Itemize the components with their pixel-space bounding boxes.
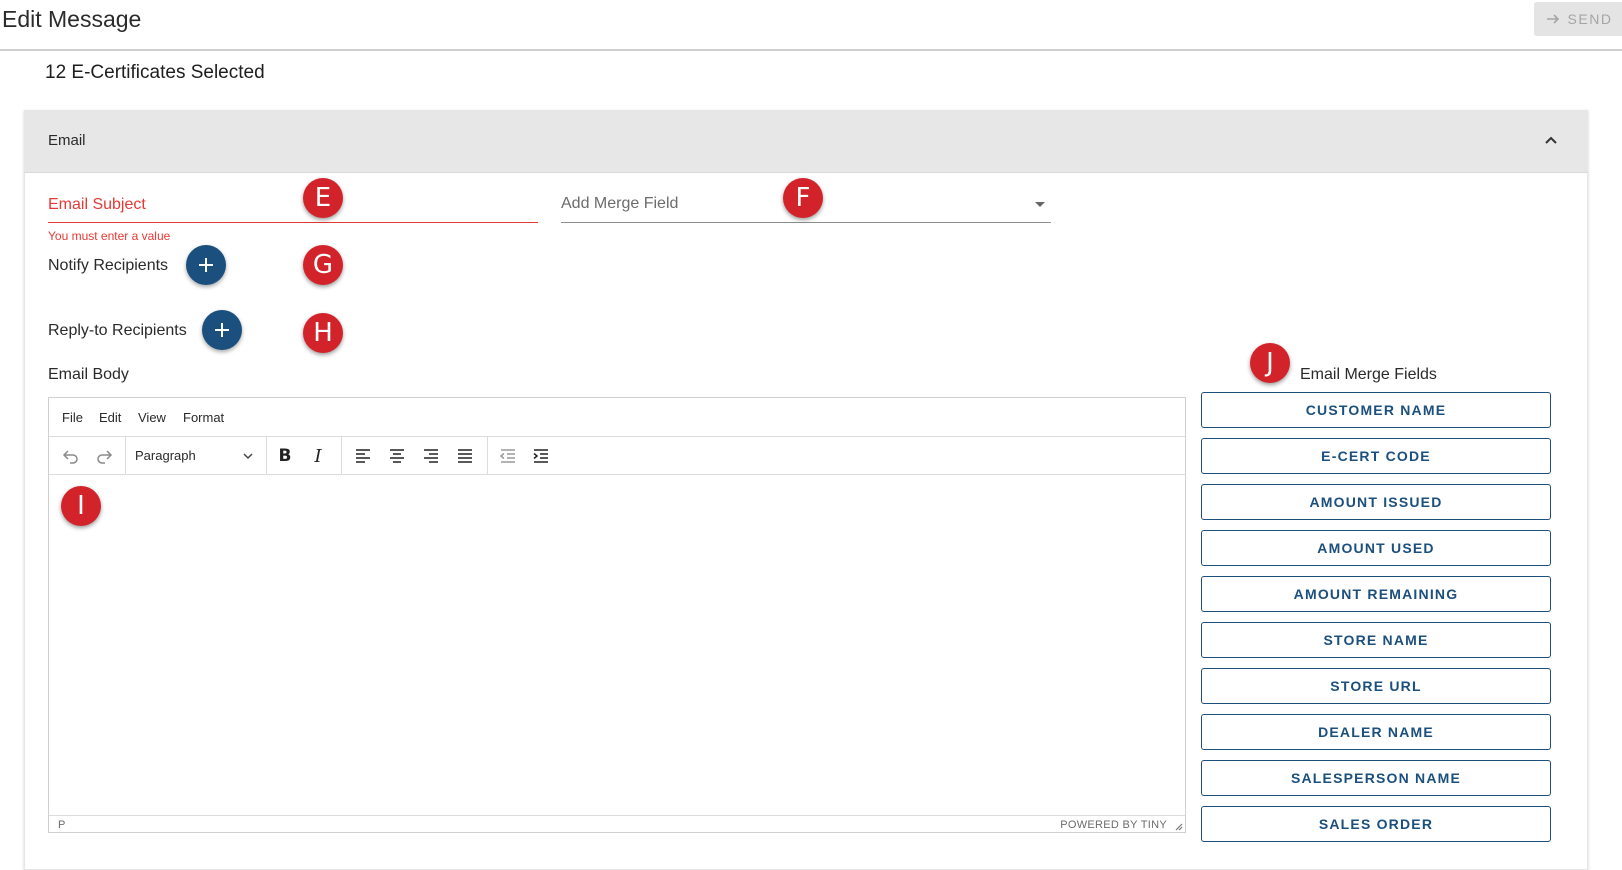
toolbar-separator — [125, 437, 126, 475]
undo-icon[interactable] — [59, 444, 83, 468]
menu-edit[interactable]: Edit — [99, 410, 121, 425]
merge-field-amount-remaining-button[interactable]: AMOUNT REMAINING — [1201, 576, 1551, 612]
header-divider — [0, 49, 1622, 51]
chevron-up-icon[interactable] — [1542, 132, 1560, 150]
merge-field-customer-name-button[interactable]: CUSTOMER NAME — [1201, 392, 1551, 428]
merge-field-amount-issued-button[interactable]: AMOUNT ISSUED — [1201, 484, 1551, 520]
outdent-icon[interactable] — [496, 444, 520, 468]
menu-file[interactable]: File — [62, 410, 83, 425]
merge-field-ecert-code-button[interactable]: E-CERT CODE — [1201, 438, 1551, 474]
element-path[interactable]: P — [58, 819, 65, 831]
resize-handle-icon[interactable] — [1173, 821, 1183, 831]
menu-view[interactable]: View — [138, 410, 166, 425]
add-reply-to-recipient-button[interactable] — [202, 310, 242, 350]
powered-by-tiny-link[interactable]: POWERED BY TINY — [1060, 819, 1167, 831]
italic-icon[interactable]: I — [306, 444, 330, 468]
merge-field-sales-order-button[interactable]: SALES ORDER — [1201, 806, 1551, 842]
annotation-marker-e: E — [303, 178, 343, 218]
email-subject-input[interactable] — [48, 193, 538, 223]
chevron-down-icon — [243, 453, 253, 460]
editor-menubar: File Edit View Format — [49, 398, 1185, 437]
merge-field-store-url-button[interactable]: STORE URL — [1201, 668, 1551, 704]
toolbar-separator — [341, 437, 342, 475]
caret-down-icon — [1035, 202, 1045, 207]
rich-text-editor: File Edit View Format Paragraph B I P PO… — [48, 397, 1186, 833]
align-right-icon[interactable] — [419, 444, 443, 468]
plus-icon — [199, 258, 213, 272]
menu-format[interactable]: Format — [183, 410, 224, 425]
add-notify-recipient-button[interactable] — [186, 245, 226, 285]
indent-icon[interactable] — [529, 444, 553, 468]
annotation-marker-f: F — [783, 178, 823, 218]
merge-field-placeholder: Add Merge Field — [561, 195, 679, 212]
merge-field-dealer-name-button[interactable]: DEALER NAME — [1201, 714, 1551, 750]
page-title: Edit Message — [2, 6, 142, 32]
merge-field-store-name-button[interactable]: STORE NAME — [1201, 622, 1551, 658]
bold-icon[interactable]: B — [273, 444, 297, 468]
email-body-label: Email Body — [48, 366, 129, 383]
align-justify-icon[interactable] — [453, 444, 477, 468]
toolbar-separator — [266, 437, 267, 475]
toolbar-separator — [487, 437, 488, 475]
annotation-marker-g: G — [303, 245, 343, 285]
email-card-title: Email — [48, 132, 86, 149]
email-merge-fields-title: Email Merge Fields — [1300, 366, 1437, 383]
send-label: SEND — [1567, 11, 1613, 27]
editor-content-area[interactable] — [49, 476, 1185, 814]
annotation-marker-i: I — [61, 486, 101, 526]
subject-error-text: You must enter a value — [48, 229, 171, 243]
notify-recipients-label: Notify Recipients — [48, 257, 169, 274]
annotation-marker-j: J — [1250, 343, 1290, 383]
selection-count: 12 E-Certificates Selected — [45, 62, 265, 83]
align-center-icon[interactable] — [385, 444, 409, 468]
merge-field-amount-used-button[interactable]: AMOUNT USED — [1201, 530, 1551, 566]
redo-icon[interactable] — [92, 444, 116, 468]
align-left-icon[interactable] — [351, 444, 375, 468]
annotation-marker-h: H — [303, 313, 343, 353]
email-card-header[interactable] — [24, 110, 1588, 173]
editor-statusbar: P POWERED BY TINY — [49, 815, 1185, 833]
reply-to-recipients-label: Reply-to Recipients — [48, 322, 187, 339]
merge-field-salesperson-name-button[interactable]: SALESPERSON NAME — [1201, 760, 1551, 796]
arrow-right-icon — [1546, 14, 1559, 24]
editor-toolbar: Paragraph B I — [49, 437, 1185, 475]
send-button[interactable]: SEND — [1534, 2, 1622, 36]
plus-icon — [215, 323, 229, 337]
